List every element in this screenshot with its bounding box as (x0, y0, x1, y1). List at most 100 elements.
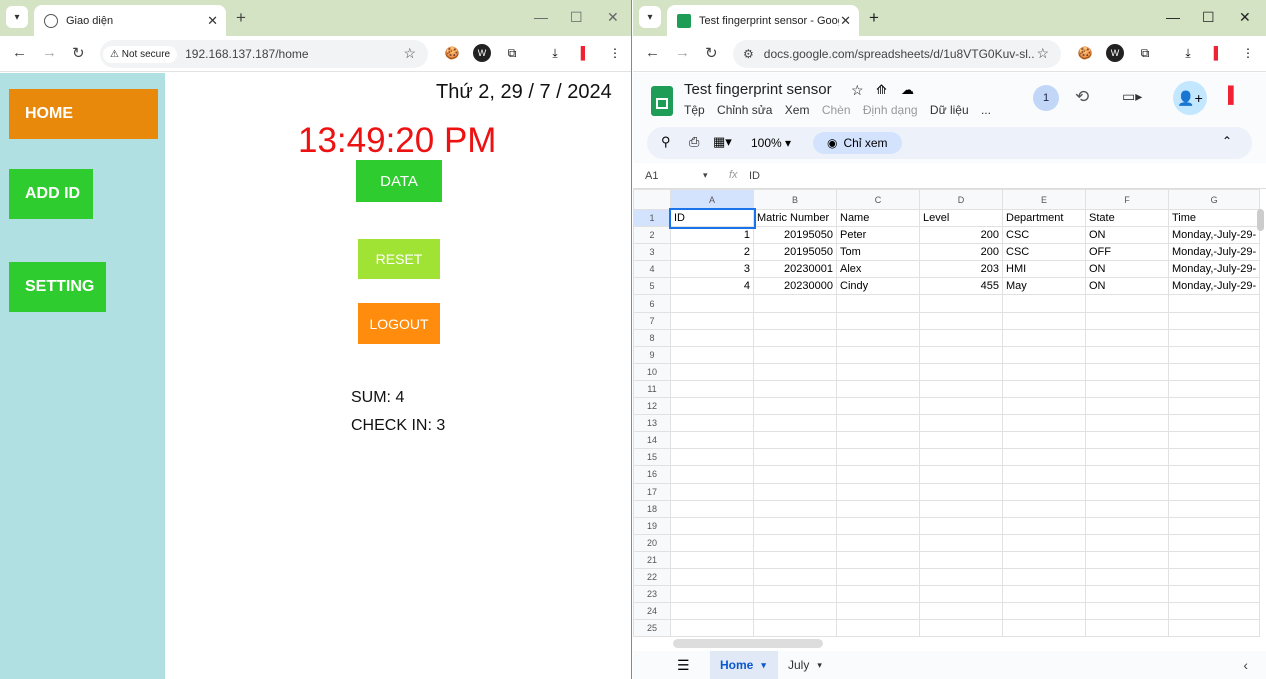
cell[interactable] (1085, 602, 1169, 621)
cell[interactable] (1002, 345, 1086, 364)
address-bar[interactable]: ⚙ docs.google.com/spreadsheets/d/1u8VTG0… (733, 40, 1061, 68)
maximize-icon[interactable]: ☐ (1202, 9, 1215, 26)
cell[interactable] (836, 567, 920, 587)
cell[interactable] (1002, 585, 1086, 604)
logout-button[interactable]: LOGOUT (358, 303, 440, 344)
cell[interactable] (753, 379, 837, 399)
cell[interactable] (670, 585, 754, 604)
cell[interactable]: Peter (836, 226, 920, 245)
print-icon[interactable]: ⎙ (689, 134, 699, 150)
horizontal-scrollbar[interactable] (673, 639, 823, 648)
row-header[interactable]: 17 (633, 482, 671, 501)
cell[interactable] (670, 311, 754, 330)
row-header[interactable]: 6 (633, 294, 671, 313)
cell[interactable] (1167, 465, 1261, 484)
row-header[interactable]: 4 (633, 260, 671, 279)
cell[interactable] (1085, 379, 1169, 399)
cell[interactable] (1002, 294, 1086, 313)
cell[interactable] (753, 362, 837, 381)
row-header[interactable]: 14 (633, 431, 671, 450)
cell[interactable] (1167, 294, 1261, 313)
cell[interactable] (836, 414, 920, 433)
row-header[interactable]: 23 (633, 585, 671, 604)
cell[interactable]: 2 (670, 243, 754, 262)
cell[interactable] (753, 533, 837, 552)
cell[interactable]: Monday,-July-29- (1167, 277, 1261, 296)
cell[interactable]: 200 (919, 226, 1003, 245)
row-header[interactable]: 1 (633, 208, 671, 228)
cell[interactable] (1167, 482, 1261, 501)
sheet-tabs-scroll-left-icon[interactable]: ‹ (1243, 657, 1248, 673)
all-sheets-icon[interactable]: ☰ (677, 657, 690, 674)
cell[interactable] (1002, 465, 1086, 484)
minimize-icon[interactable]: — (534, 9, 548, 25)
cell[interactable] (1085, 414, 1169, 433)
bookmark-star-icon[interactable]: ☆ (403, 45, 416, 62)
cell[interactable] (1085, 585, 1169, 604)
download-icon[interactable]: ⤓ (546, 44, 564, 62)
minimize-icon[interactable]: — (1166, 9, 1180, 25)
cell[interactable] (1002, 602, 1086, 621)
cell[interactable] (670, 482, 754, 501)
cell[interactable] (836, 585, 920, 604)
cell[interactable] (1002, 397, 1086, 416)
cell[interactable] (836, 431, 920, 450)
row-header[interactable]: 20 (633, 533, 671, 552)
new-tab-icon[interactable]: + (869, 8, 879, 28)
paint-format-icon[interactable]: ▦▾ (713, 134, 732, 150)
cell[interactable] (919, 482, 1003, 501)
cell[interactable] (919, 294, 1003, 313)
cell[interactable] (1002, 619, 1086, 638)
cell[interactable] (1085, 567, 1169, 587)
cell[interactable]: 20230000 (753, 277, 837, 296)
cell[interactable] (753, 550, 837, 569)
cell[interactable]: Monday,-July-29- (1167, 260, 1261, 279)
extensions-puzzle-icon[interactable]: ⧉ (503, 44, 521, 62)
close-window-icon[interactable]: ✕ (607, 9, 619, 26)
cell[interactable] (753, 482, 837, 501)
column-header[interactable]: G (1167, 189, 1261, 210)
cell[interactable] (753, 516, 837, 535)
cell[interactable] (836, 362, 920, 381)
cell[interactable] (919, 362, 1003, 381)
cell[interactable] (670, 414, 754, 433)
cell[interactable] (919, 550, 1003, 569)
sheet-tab-dropdown-icon[interactable]: ▾ (817, 660, 822, 671)
cell[interactable] (1085, 328, 1169, 347)
menu-insert[interactable]: Chèn (822, 103, 851, 117)
cell[interactable]: Department (1002, 208, 1086, 228)
cell[interactable] (1002, 550, 1086, 569)
cell[interactable] (670, 362, 754, 381)
cell[interactable] (1085, 431, 1169, 450)
cell[interactable] (1085, 482, 1169, 501)
cell[interactable] (836, 328, 920, 347)
new-tab-icon[interactable]: + (236, 8, 246, 28)
cell[interactable] (670, 499, 754, 518)
cell[interactable] (753, 619, 837, 638)
cell[interactable] (670, 550, 754, 569)
cell[interactable] (1002, 311, 1086, 330)
version-history-icon[interactable]: ⟲ (1075, 87, 1089, 107)
row-header[interactable]: 22 (633, 567, 671, 587)
cell[interactable] (670, 328, 754, 347)
w-extension-icon[interactable]: W (1106, 44, 1124, 62)
extensions-puzzle-icon[interactable]: ⧉ (1136, 44, 1154, 62)
cell[interactable] (753, 448, 837, 467)
address-bar[interactable]: ⚠ Not secure 192.168.137.187/home ☆ (100, 40, 428, 68)
cell[interactable] (919, 414, 1003, 433)
column-header[interactable]: E (1002, 189, 1086, 210)
cell[interactable]: ON (1085, 277, 1169, 296)
cell[interactable]: 20230001 (753, 260, 837, 279)
column-header[interactable]: A (670, 189, 754, 210)
nav-setting-button[interactable]: SETTING (9, 262, 106, 312)
cell[interactable] (836, 482, 920, 501)
cell[interactable] (1002, 328, 1086, 347)
sheet-tab-july[interactable]: July ▾ (788, 651, 822, 679)
row-header[interactable]: 8 (633, 328, 671, 347)
cell[interactable] (670, 397, 754, 416)
menu-file[interactable]: Tệp (684, 103, 705, 117)
back-icon[interactable]: ← (645, 44, 660, 61)
cell[interactable] (1002, 482, 1086, 501)
column-header[interactable]: B (753, 189, 837, 210)
cell[interactable] (753, 567, 837, 587)
